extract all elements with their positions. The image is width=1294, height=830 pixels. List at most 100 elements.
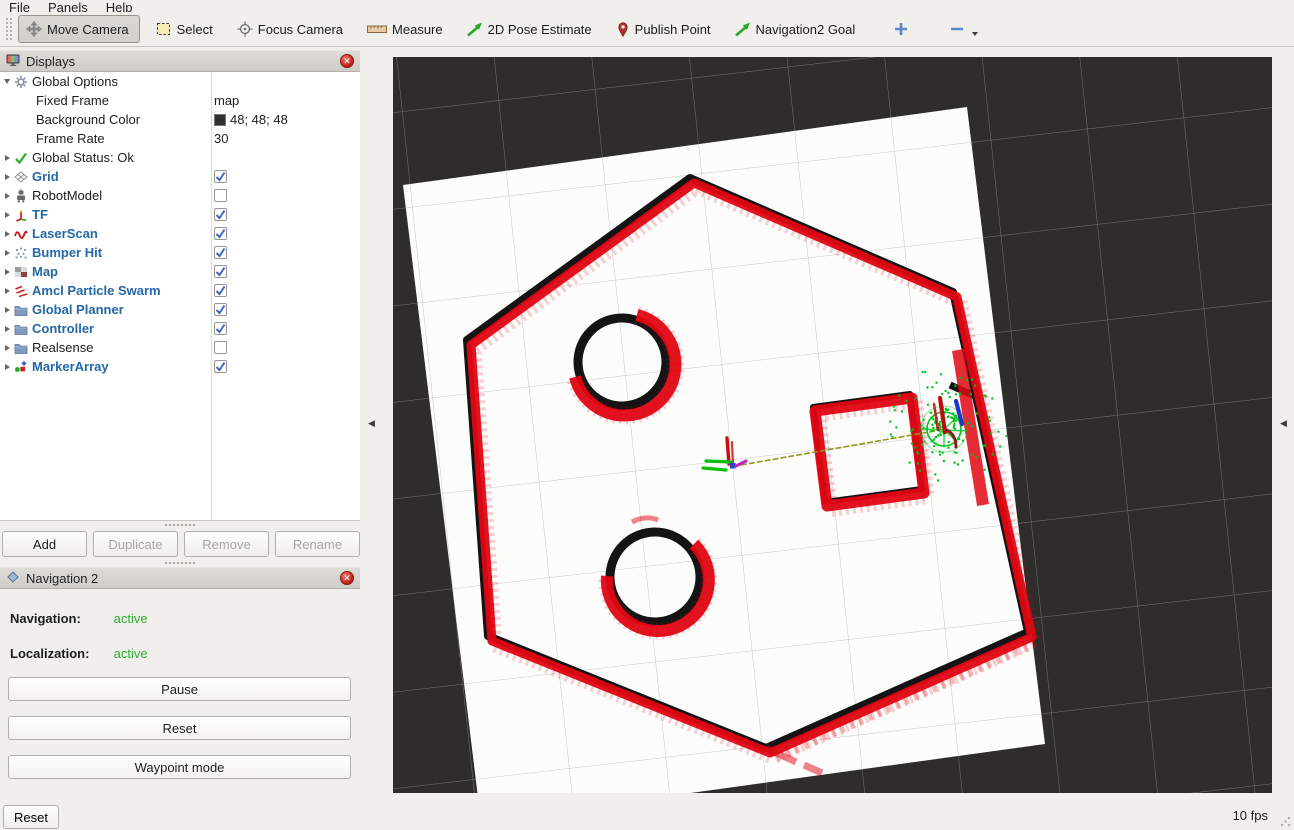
duplicate-display-button[interactable]: Duplicate xyxy=(93,531,178,557)
tool-label: Navigation2 Goal xyxy=(756,22,856,37)
3d-viewport[interactable] xyxy=(393,57,1272,793)
tool-2d-pose-estimate[interactable]: 2D Pose Estimate xyxy=(467,21,592,37)
display-row-label: Global Planner xyxy=(32,300,124,319)
display-row[interactable]: Global Options xyxy=(0,72,360,91)
property-value xyxy=(214,281,227,300)
remove-display-button[interactable]: Remove xyxy=(184,531,269,557)
splitter-handle[interactable] xyxy=(165,524,195,526)
left-splitter-collapse-icon[interactable]: ◀ xyxy=(368,418,375,429)
display-row[interactable]: Bumper Hit xyxy=(0,243,360,262)
tool-measure[interactable]: Measure xyxy=(367,21,443,37)
expander-open-icon[interactable] xyxy=(0,79,14,84)
property-value xyxy=(214,205,227,224)
expander-closed-icon[interactable] xyxy=(0,212,14,218)
display-enable-checkbox[interactable] xyxy=(214,227,227,240)
navigation-panel-header[interactable]: Navigation 2 ✕ xyxy=(0,567,360,589)
toolbar-grip[interactable] xyxy=(6,18,12,40)
display-row[interactable]: Grid xyxy=(0,167,360,186)
property-value-text[interactable]: 48; 48; 48 xyxy=(230,110,288,129)
tool-move-camera[interactable]: Move Camera xyxy=(18,15,140,43)
nav-reset-button[interactable]: Reset xyxy=(8,716,351,740)
menu-help[interactable]: Help xyxy=(97,0,142,12)
window-resize-grip[interactable] xyxy=(1280,816,1291,827)
display-row[interactable]: MarkerArray xyxy=(0,357,360,376)
tool-select[interactable]: Select xyxy=(156,21,213,37)
display-row-label: Controller xyxy=(32,319,94,338)
display-row[interactable]: Fixed Framemap xyxy=(0,91,360,110)
display-row[interactable]: RobotModel xyxy=(0,186,360,205)
select-icon xyxy=(156,21,172,37)
display-row[interactable]: Background Color48; 48; 48 xyxy=(0,110,360,129)
display-enable-checkbox[interactable] xyxy=(214,360,227,373)
expander-closed-icon[interactable] xyxy=(0,364,14,370)
display-enable-checkbox[interactable] xyxy=(214,170,227,183)
bumper-hit-icon xyxy=(14,246,32,260)
pause-button[interactable]: Pause xyxy=(8,677,351,701)
display-row[interactable]: Realsense xyxy=(0,338,360,357)
property-value xyxy=(214,338,227,357)
property-value-text[interactable]: 30 xyxy=(214,129,228,148)
display-enable-checkbox[interactable] xyxy=(214,341,227,354)
displays-close-button[interactable]: ✕ xyxy=(340,54,354,68)
display-row-label: Global Options xyxy=(32,72,118,91)
map-icon xyxy=(14,265,32,279)
property-value xyxy=(214,319,227,338)
time-reset-button[interactable]: Reset xyxy=(3,805,59,829)
color-swatch[interactable] xyxy=(214,114,226,126)
tool-label: Publish Point xyxy=(635,22,711,37)
display-enable-checkbox[interactable] xyxy=(214,284,227,297)
occupancy-map xyxy=(403,107,1045,793)
tool-focus-camera[interactable]: Focus Camera xyxy=(237,21,343,37)
expander-closed-icon[interactable] xyxy=(0,174,14,180)
displays-tree: Global OptionsFixed FramemapBackground C… xyxy=(0,72,360,521)
tool-publish-point[interactable]: Publish Point xyxy=(616,21,711,37)
display-row[interactable]: Frame Rate30 xyxy=(0,129,360,148)
display-enable-checkbox[interactable] xyxy=(214,246,227,259)
navigation-panel-title: Navigation 2 xyxy=(26,571,334,586)
display-row-label: Grid xyxy=(32,167,59,186)
status-ok-icon xyxy=(14,151,32,165)
property-value-text[interactable]: map xyxy=(214,91,239,110)
expander-closed-icon[interactable] xyxy=(0,307,14,313)
expander-closed-icon[interactable] xyxy=(0,250,14,256)
menu-panels[interactable]: Panels xyxy=(39,0,97,12)
displays-icon xyxy=(6,53,20,70)
display-row[interactable]: Map xyxy=(0,262,360,281)
display-enable-checkbox[interactable] xyxy=(214,189,227,202)
display-enable-checkbox[interactable] xyxy=(214,303,227,316)
menu-file[interactable]: File xyxy=(0,0,39,12)
displays-panel-header[interactable]: Displays ✕ xyxy=(0,50,360,72)
tool-navigation2-goal[interactable]: Navigation2 Goal xyxy=(735,21,856,37)
expander-closed-icon[interactable] xyxy=(0,193,14,199)
add-display-button[interactable]: Add xyxy=(2,531,87,557)
expander-closed-icon[interactable] xyxy=(0,155,14,161)
folder-icon xyxy=(14,303,32,317)
display-row[interactable]: Amcl Particle Swarm xyxy=(0,281,360,300)
display-enable-checkbox[interactable] xyxy=(214,208,227,221)
expander-closed-icon[interactable] xyxy=(0,345,14,351)
menu-bar: FilePanelsHelp xyxy=(0,0,1294,12)
property-value: map xyxy=(214,91,239,110)
display-row[interactable]: Global Status: Ok xyxy=(0,148,360,167)
localization-status-value: active xyxy=(114,646,148,661)
remove-tool-button[interactable] xyxy=(949,21,978,37)
expander-closed-icon[interactable] xyxy=(0,288,14,294)
display-row[interactable]: Global Planner xyxy=(0,300,360,319)
display-row[interactable]: LaserScan xyxy=(0,224,360,243)
splitter-handle[interactable] xyxy=(165,562,195,564)
display-row-label: Map xyxy=(32,262,58,281)
particle-swarm-icon xyxy=(14,284,32,298)
display-row[interactable]: Controller xyxy=(0,319,360,338)
add-tool-button[interactable] xyxy=(893,21,909,37)
right-splitter-collapse-icon[interactable]: ◀ xyxy=(1280,418,1287,429)
display-row-label: Bumper Hit xyxy=(32,243,102,262)
expander-closed-icon[interactable] xyxy=(0,231,14,237)
expander-closed-icon[interactable] xyxy=(0,269,14,275)
waypoint-mode-button[interactable]: Waypoint mode xyxy=(8,755,351,779)
display-row[interactable]: TF xyxy=(0,205,360,224)
expander-closed-icon[interactable] xyxy=(0,326,14,332)
navigation-close-button[interactable]: ✕ xyxy=(340,571,354,585)
rename-display-button[interactable]: Rename xyxy=(275,531,360,557)
display-enable-checkbox[interactable] xyxy=(214,322,227,335)
display-enable-checkbox[interactable] xyxy=(214,265,227,278)
